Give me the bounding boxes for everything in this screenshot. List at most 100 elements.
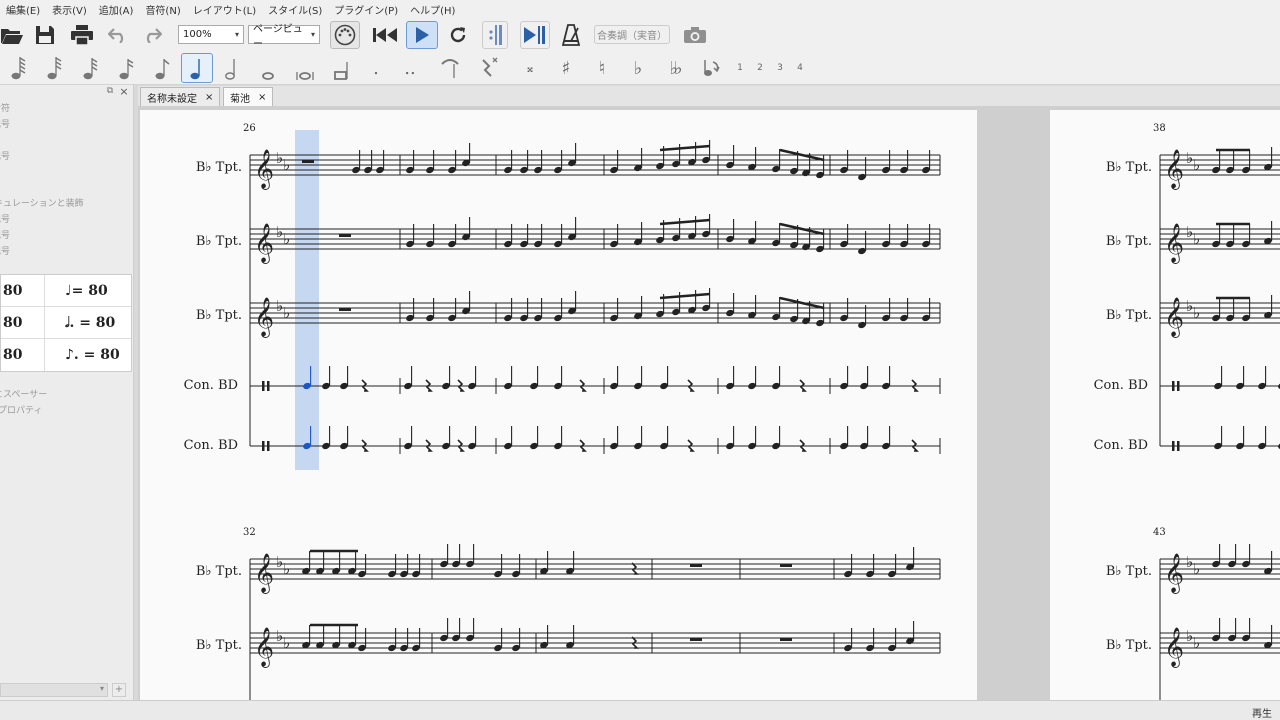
palette-item[interactable]: 記号 bbox=[0, 228, 10, 241]
view-mode-select[interactable]: ページビュー ▾ bbox=[248, 24, 320, 50]
close-icon[interactable]: × bbox=[205, 92, 213, 103]
tab-kikuchi[interactable]: 菊池 × bbox=[223, 87, 274, 106]
save-icon[interactable] bbox=[32, 23, 58, 47]
camera-icon[interactable] bbox=[682, 23, 708, 47]
rewind-icon[interactable] bbox=[370, 23, 400, 47]
staff-label-tpt: B♭ Tpt. bbox=[1105, 564, 1152, 579]
palette-item[interactable]: 記号 bbox=[0, 149, 10, 162]
double-dot-icon[interactable]: .. bbox=[396, 51, 424, 85]
metronome-icon[interactable] bbox=[558, 21, 584, 49]
undo-icon[interactable] bbox=[106, 23, 130, 47]
zoom-select[interactable]: 100% ▾ bbox=[178, 25, 244, 44]
print-icon[interactable] bbox=[68, 23, 96, 47]
menu-view[interactable]: 表示(V) bbox=[46, 2, 93, 17]
percussion-clef bbox=[1177, 441, 1180, 451]
key-signature-flat: ♭ bbox=[283, 304, 290, 322]
staff-label-tpt: B♭ Tpt. bbox=[195, 160, 242, 175]
palette-item[interactable]: 音符 bbox=[0, 101, 10, 114]
treble-clef: 𝄞 bbox=[1164, 149, 1184, 190]
midi-icon bbox=[334, 24, 356, 46]
menu-layout[interactable]: レイアウト(L) bbox=[187, 2, 262, 17]
concert-pitch-button[interactable]: 合奏調（実音） bbox=[594, 25, 670, 44]
tempo-cell[interactable]: 80 bbox=[1, 275, 45, 306]
flat-icon[interactable]: ♭ bbox=[624, 51, 652, 85]
duration-longa-icon[interactable] bbox=[326, 51, 356, 85]
menu-notes[interactable]: 音符(N) bbox=[139, 2, 186, 17]
duration-16th-icon[interactable] bbox=[112, 51, 142, 85]
tempo-cell[interactable]: 80 bbox=[1, 339, 45, 371]
tempo-cell[interactable]: 80 bbox=[1, 307, 45, 338]
palette-panel: ⧉ × 音符 記号 記号 キュレーションと装飾 記号 記号 記号 80 ♩= 8… bbox=[0, 85, 134, 700]
duration-eighth-icon[interactable] bbox=[148, 51, 178, 85]
key-signature-flat: ♭ bbox=[283, 560, 290, 578]
menu-style[interactable]: スタイル(S) bbox=[262, 2, 328, 17]
double-sharp-icon[interactable]: 𝄪 bbox=[516, 51, 544, 85]
treble-clef: 𝄞 bbox=[1164, 223, 1184, 264]
score-page-2-svg: 𝄞 ♭ ♭𝄞 ♭ ♭𝄞 ♭ ♭𝄞 ♭ ♭𝄞 ♭ ♭ bbox=[1159, 147, 1280, 700]
whole-rest bbox=[302, 160, 314, 163]
rest-icon[interactable] bbox=[474, 51, 504, 85]
close-icon[interactable]: × bbox=[118, 85, 130, 98]
note-input-toolbar: . .. 𝄪 ♯ ♮ ♭ ♭♭ 1 2 3 4 bbox=[0, 51, 1280, 85]
duration-64th-icon[interactable] bbox=[40, 51, 70, 85]
chevron-down-icon: ▾ bbox=[310, 30, 315, 39]
natural-icon[interactable]: ♮ bbox=[588, 51, 616, 85]
duration-128th-icon[interactable] bbox=[4, 51, 34, 85]
menu-edit[interactable]: 編集(E) bbox=[0, 2, 46, 17]
tab-untitled[interactable]: 名称未設定 × bbox=[140, 87, 221, 106]
tempo-cell[interactable]: ♩= 80 bbox=[45, 275, 131, 306]
treble-clef: 𝄞 bbox=[254, 297, 274, 338]
menu-help[interactable]: ヘルプ(H) bbox=[404, 2, 461, 17]
open-folder-icon[interactable] bbox=[0, 23, 24, 47]
tempo-cell[interactable]: 𝅗𝅥. = 80 bbox=[45, 307, 131, 338]
double-flat-icon[interactable]: ♭♭ bbox=[660, 51, 688, 85]
palette-item[interactable]: 記号 bbox=[0, 117, 10, 130]
menu-add[interactable]: 追加(A) bbox=[93, 2, 140, 17]
palette-search-input[interactable]: ▾ bbox=[0, 683, 108, 697]
tempo-cell[interactable]: ♪. = 80 bbox=[45, 339, 131, 371]
midi-input-button[interactable] bbox=[330, 21, 360, 49]
staff-label-tpt: B♭ Tpt. bbox=[195, 564, 242, 579]
selection-highlight bbox=[295, 130, 319, 470]
tab-label: 菊池 bbox=[230, 93, 250, 105]
percussion-clef bbox=[1172, 441, 1175, 451]
duration-half-icon[interactable] bbox=[218, 51, 246, 85]
key-signature-flat: ♭ bbox=[1193, 560, 1200, 578]
percussion-clef bbox=[262, 441, 265, 451]
score-canvas[interactable]: 𝄞 ♭ ♭ 𝄞 ♭ ♭ 𝄞 ♭ ♭ 𝄞 ♭ ♭ 𝄞 ♭ ♭ 26 32 B♭ Tpt. B♭ Tpt. B♭ T… bbox=[138, 106, 1280, 700]
voice-2-button[interactable]: 2 bbox=[752, 51, 768, 85]
percussion-clef bbox=[1177, 381, 1180, 391]
voice-1-button[interactable]: 1 bbox=[732, 51, 748, 85]
palette-item[interactable]: プロパティ bbox=[0, 403, 42, 416]
percussion-clef bbox=[267, 441, 270, 451]
duration-whole-icon[interactable] bbox=[254, 51, 282, 85]
voice-3-button[interactable]: 3 bbox=[772, 51, 788, 85]
palette-item[interactable]: とスペーサー bbox=[0, 387, 47, 400]
staff-label-tpt: B♭ Tpt. bbox=[195, 308, 242, 323]
play-repeats-icon[interactable] bbox=[520, 21, 550, 49]
undock-icon[interactable]: ⧉ bbox=[104, 85, 116, 97]
menu-plugins[interactable]: プラグイン(P) bbox=[328, 2, 404, 17]
dot-icon[interactable]: . bbox=[362, 51, 390, 85]
palette-item[interactable]: キュレーションと装飾 bbox=[0, 196, 84, 209]
view-mode-value: ページビュー bbox=[253, 23, 303, 50]
voice-4-button[interactable]: 4 bbox=[792, 51, 808, 85]
status-bar: 再生 bbox=[0, 700, 1280, 720]
palette-item[interactable]: 記号 bbox=[0, 212, 10, 225]
flip-direction-icon[interactable] bbox=[696, 51, 726, 85]
sharp-icon[interactable]: ♯ bbox=[552, 51, 580, 85]
loop-icon[interactable] bbox=[444, 23, 472, 47]
tie-icon[interactable] bbox=[436, 51, 464, 85]
zoom-value: 100% bbox=[183, 29, 212, 40]
loop-in-icon[interactable] bbox=[482, 21, 508, 49]
duration-quarter-button[interactable] bbox=[181, 53, 213, 83]
add-palette-button[interactable]: + bbox=[112, 683, 126, 697]
close-icon[interactable]: × bbox=[258, 92, 266, 103]
tempo-row: 80 ♩= 80 bbox=[1, 275, 131, 307]
duration-breve-icon[interactable] bbox=[290, 51, 320, 85]
palette-item[interactable]: 記号 bbox=[0, 244, 10, 257]
duration-32nd-icon[interactable] bbox=[76, 51, 106, 85]
score-page-1: 𝄞 ♭ ♭ 𝄞 ♭ ♭ 𝄞 ♭ ♭ 𝄞 ♭ ♭ 𝄞 ♭ ♭ 26 32 B♭ Tpt. B♭ Tpt. B♭ T… bbox=[140, 110, 977, 700]
play-button[interactable] bbox=[406, 21, 438, 49]
redo-icon[interactable] bbox=[140, 23, 164, 47]
